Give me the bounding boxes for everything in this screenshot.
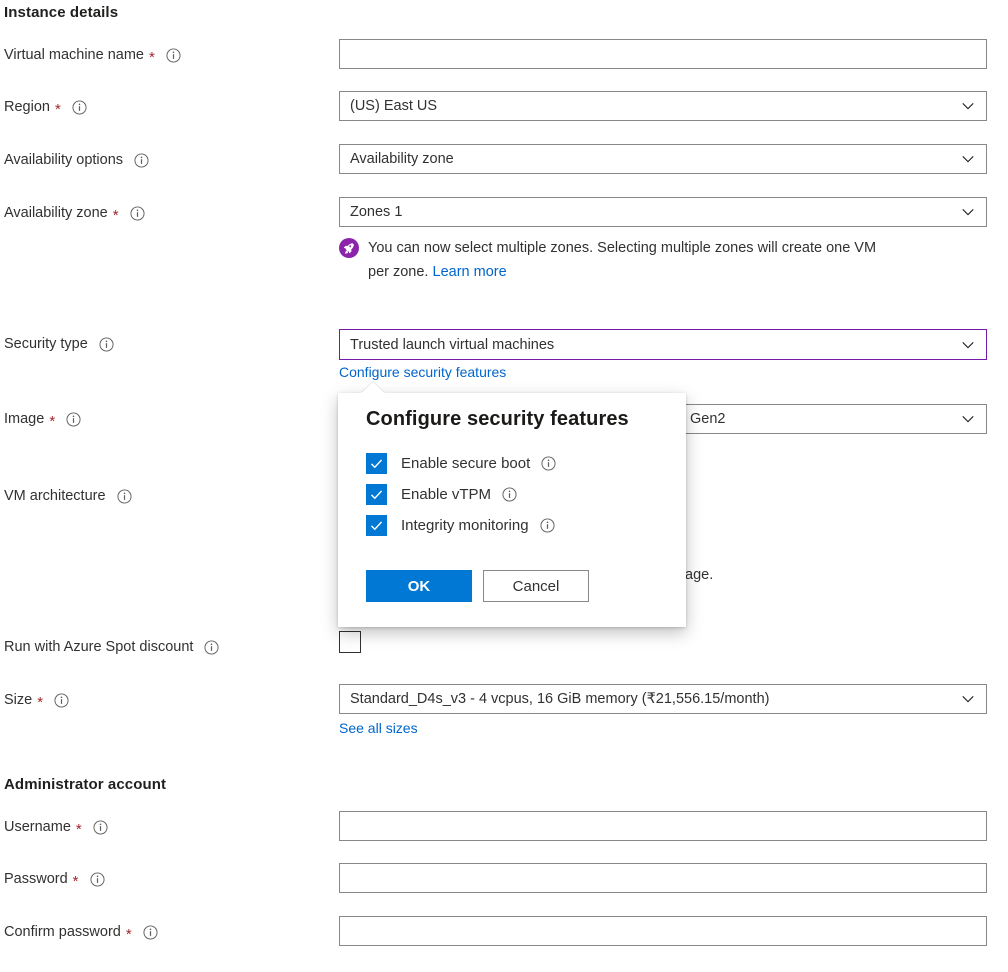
info-icon[interactable] xyxy=(166,48,181,63)
dropdown-value: Standard_D4s_v3 - 4 vcpus, 16 GiB memory… xyxy=(350,691,958,707)
label-text: Availability zone xyxy=(4,204,108,222)
info-icon[interactable] xyxy=(130,206,145,221)
label-password: Password * xyxy=(4,870,105,888)
checkbox-row-enable-secure-boot[interactable]: Enable secure boot xyxy=(366,453,556,474)
required-asterisk: * xyxy=(149,50,155,65)
banner-line-1: You can now select multiple zones. Selec… xyxy=(368,240,876,256)
section-heading-instance-details: Instance details xyxy=(4,4,118,21)
checkmark-icon[interactable] xyxy=(366,484,387,505)
label-text: Region xyxy=(4,98,50,116)
label-text: Username xyxy=(4,818,71,836)
info-icon[interactable] xyxy=(66,412,81,427)
info-icon[interactable] xyxy=(93,820,108,835)
dropdown-value: Trusted launch virtual machines xyxy=(350,337,958,353)
info-icon[interactable] xyxy=(540,518,555,533)
configure-security-features-link[interactable]: Configure security features xyxy=(339,364,506,380)
input-username[interactable] xyxy=(339,811,987,841)
dropdown-value: Availability zone xyxy=(350,151,958,167)
info-icon[interactable] xyxy=(99,337,114,352)
checkbox-label: Enable vTPM xyxy=(401,486,491,503)
label-username: Username * xyxy=(4,818,108,836)
see-all-sizes-link[interactable]: See all sizes xyxy=(339,720,418,736)
required-asterisk: * xyxy=(55,102,61,117)
input-virtual-machine-name[interactable] xyxy=(339,39,987,69)
chevron-down-icon xyxy=(958,335,978,355)
label-confirm-password: Confirm password * xyxy=(4,923,158,941)
input-password[interactable] xyxy=(339,863,987,893)
info-icon[interactable] xyxy=(502,487,517,502)
required-asterisk: * xyxy=(37,695,43,710)
checkbox-azure-spot-discount[interactable] xyxy=(339,631,361,653)
label-vm-architecture: VM architecture xyxy=(4,487,132,505)
info-icon[interactable] xyxy=(541,456,556,471)
banner-line-2: per zone. xyxy=(368,264,428,280)
checkbox-label: Integrity monitoring xyxy=(401,517,529,534)
checkmark-icon[interactable] xyxy=(366,453,387,474)
helper-note-text: age. xyxy=(685,567,713,583)
label-size: Size * xyxy=(4,691,69,709)
required-asterisk: * xyxy=(126,927,132,942)
required-asterisk: * xyxy=(76,822,82,837)
checkmark-icon[interactable] xyxy=(366,515,387,536)
checkbox-row-integrity-monitoring[interactable]: Integrity monitoring xyxy=(366,515,555,536)
dropdown-region[interactable]: (US) East US xyxy=(339,91,987,121)
label-availability-zone: Availability zone * xyxy=(4,204,145,222)
learn-more-link[interactable]: Learn more xyxy=(433,264,507,280)
label-security-type: Security type xyxy=(4,335,114,353)
label-text: Security type xyxy=(4,335,88,353)
dropdown-availability-options[interactable]: Availability zone xyxy=(339,144,987,174)
label-text: Virtual machine name xyxy=(4,46,144,64)
checkbox-label: Enable secure boot xyxy=(401,455,530,472)
banner-text: You can now select multiple zones. Selec… xyxy=(368,236,876,284)
callout-beak xyxy=(361,382,385,393)
dropdown-availability-zone[interactable]: Zones 1 xyxy=(339,197,987,227)
chevron-down-icon xyxy=(958,689,978,709)
input-confirm-password[interactable] xyxy=(339,916,987,946)
dropdown-value: Zones 1 xyxy=(350,204,958,220)
label-text: Availability options xyxy=(4,151,123,169)
chevron-down-icon xyxy=(958,409,978,429)
label-text: Confirm password xyxy=(4,923,121,941)
dropdown-security-type[interactable]: Trusted launch virtual machines xyxy=(339,329,987,360)
required-asterisk: * xyxy=(73,874,79,889)
label-text: Password xyxy=(4,870,68,888)
info-icon[interactable] xyxy=(143,925,158,940)
dialog-title: Configure security features xyxy=(366,408,629,431)
dropdown-size[interactable]: Standard_D4s_v3 - 4 vcpus, 16 GiB memory… xyxy=(339,684,987,714)
chevron-down-icon xyxy=(958,149,978,169)
configure-security-features-dialog: Configure security features Enable secur… xyxy=(338,393,686,627)
checkbox-row-enable-vtpm[interactable]: Enable vTPM xyxy=(366,484,517,505)
label-availability-options: Availability options xyxy=(4,151,149,169)
label-text: Size xyxy=(4,691,32,709)
required-asterisk: * xyxy=(113,208,119,223)
info-icon[interactable] xyxy=(204,640,219,655)
label-text: Image xyxy=(4,410,44,428)
required-asterisk: * xyxy=(49,414,55,429)
rocket-icon xyxy=(339,238,359,258)
info-icon[interactable] xyxy=(72,100,87,115)
label-region: Region * xyxy=(4,98,87,116)
dropdown-value: (US) East US xyxy=(350,98,958,114)
info-icon[interactable] xyxy=(117,489,132,504)
info-icon[interactable] xyxy=(134,153,149,168)
multi-zone-info-banner: You can now select multiple zones. Selec… xyxy=(339,236,989,284)
cancel-button[interactable]: Cancel xyxy=(483,570,589,602)
info-icon[interactable] xyxy=(54,693,69,708)
chevron-down-icon xyxy=(958,96,978,116)
label-azure-spot-discount: Run with Azure Spot discount xyxy=(4,638,219,656)
ok-button[interactable]: OK xyxy=(366,570,472,602)
chevron-down-icon xyxy=(958,202,978,222)
label-virtual-machine-name: Virtual machine name * xyxy=(4,46,181,64)
vm-create-instance-details-pane: Instance details Virtual machine name * … xyxy=(0,0,1008,972)
section-heading-administrator-account: Administrator account xyxy=(4,776,166,793)
label-text: VM architecture xyxy=(4,487,106,505)
label-image: Image * xyxy=(4,410,81,428)
info-icon[interactable] xyxy=(90,872,105,887)
label-text: Run with Azure Spot discount xyxy=(4,638,193,656)
